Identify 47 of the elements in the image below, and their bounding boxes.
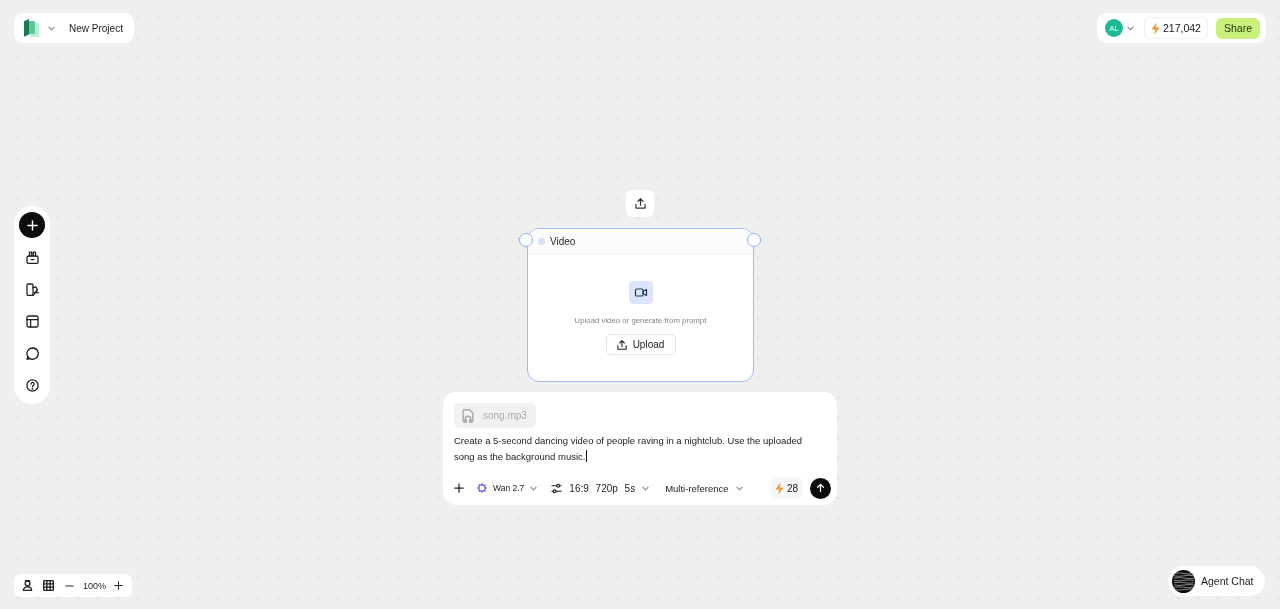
bag-icon[interactable] [25,251,39,264]
sliders-icon [551,482,563,494]
project-name[interactable]: New Project [69,22,123,34]
node-upload-button[interactable] [626,190,654,217]
zoom-level: 100% [83,580,107,591]
model-selector[interactable]: Wan 2.7 [477,483,538,493]
upload-button[interactable]: Upload [605,334,676,355]
lightning-icon [774,481,784,495]
lightning-icon [1151,21,1160,35]
zoom-out-icon[interactable] [65,584,74,587]
chevron-down-icon [642,485,650,491]
connection-handle[interactable] [519,233,533,247]
node-title: Video [550,235,576,247]
credits-button[interactable]: 217,042 [1144,17,1208,39]
chevron-down-icon[interactable] [48,25,55,31]
audio-file-icon [462,408,474,423]
status-dot-icon [538,237,545,245]
logo-icon[interactable] [24,19,39,37]
chevron-down-icon[interactable] [1127,25,1134,31]
share-button[interactable]: Share [1215,17,1260,39]
upload-icon [634,198,646,209]
grid-icon[interactable] [43,580,54,591]
video-settings-selector[interactable]: 16:9 720p 5s [551,482,650,494]
prompt-input[interactable]: Create a 5-second dancing video of people raving in a nightclub. Use the uploaded song as the background music. [454,433,812,465]
reference-mode-selector[interactable]: Multi-reference [665,482,743,494]
chat-bubble-icon[interactable] [25,347,39,360]
connection-handle[interactable] [747,233,761,247]
plus-icon [454,483,464,493]
text-cursor-icon [585,450,587,462]
agent-chat-button[interactable]: Agent Chat [1168,566,1265,596]
chevron-down-icon [735,485,743,491]
layout-icon[interactable] [25,315,39,328]
add-attachment-button[interactable] [454,483,464,493]
chevron-down-icon [530,485,538,491]
arrow-up-icon [816,483,825,493]
person-icon[interactable] [22,580,33,591]
agent-avatar-icon [1172,569,1195,593]
video-camera-icon [628,281,653,304]
upload-icon [616,339,627,350]
cost-value: 28 [786,482,798,494]
plus-icon [26,219,38,231]
help-icon[interactable] [25,379,39,392]
send-button[interactable] [810,477,831,499]
sparkle-icon [477,483,487,493]
add-button[interactable] [19,212,45,238]
zoom-in-icon[interactable] [114,581,124,590]
shapes-icon[interactable] [25,283,39,296]
